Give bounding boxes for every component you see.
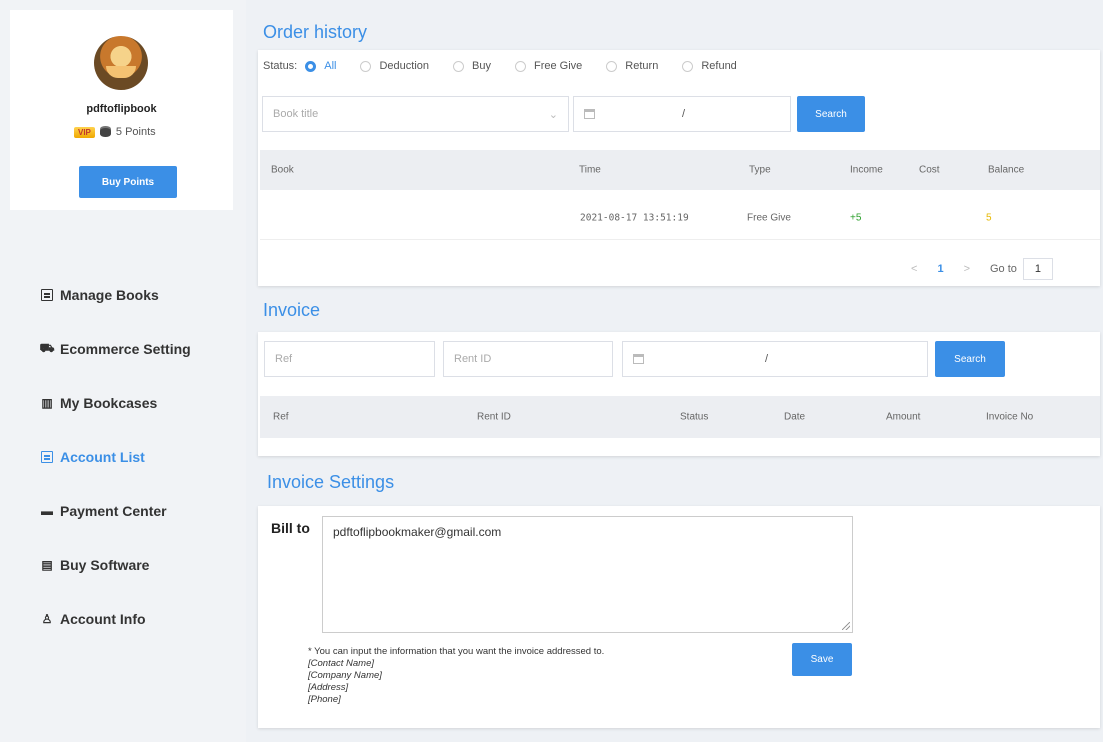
- sidebar-item-buy-software[interactable]: ▤ Buy Software: [40, 538, 191, 592]
- status-buy-radio[interactable]: Buy: [453, 60, 491, 72]
- sidebar-item-account-info[interactable]: ♙ Account Info: [40, 592, 191, 646]
- status-free-give-radio[interactable]: Free Give: [515, 60, 582, 72]
- pagination: < 1 > Go to 1: [911, 258, 1053, 280]
- vip-badge: VIP: [74, 126, 95, 138]
- status-refund-radio[interactable]: Refund: [682, 60, 737, 72]
- sidebar-item-label: Ecommerce Setting: [60, 341, 191, 357]
- sidebar-item-account-list[interactable]: Account List: [40, 430, 191, 484]
- status-return-radio[interactable]: Return: [606, 60, 658, 72]
- sidebar-item-payment-center[interactable]: ▬ Payment Center: [40, 484, 191, 538]
- ticket-icon: ▤: [41, 558, 53, 572]
- bill-to-label: Bill to: [271, 520, 310, 536]
- user-icon: ♙: [41, 612, 53, 626]
- list-icon: [40, 450, 54, 464]
- coins-icon: [99, 127, 111, 137]
- goto-label: Go to: [990, 263, 1017, 275]
- order-search-button[interactable]: Search: [797, 96, 865, 132]
- save-button[interactable]: Save: [792, 643, 852, 676]
- bill-to-textarea[interactable]: pdftoflipbookmaker@gmail.com: [322, 516, 853, 633]
- sidebar-item-label: Account List: [60, 449, 145, 465]
- invoice-title: Invoice: [263, 300, 321, 320]
- sidebar-item-my-bookcases[interactable]: ▥ My Bookcases: [40, 376, 191, 430]
- order-history-title: Order history: [263, 22, 368, 42]
- bill-to-hint: * You can input the information that you…: [308, 646, 605, 705]
- sidebar-item-label: My Bookcases: [60, 395, 158, 411]
- status-deduction-radio[interactable]: Deduction: [360, 60, 429, 72]
- next-page-button[interactable]: >: [964, 263, 970, 275]
- rent-id-input[interactable]: Rent ID: [443, 341, 613, 377]
- order-table-header: Book Time Type Income Cost Balance: [260, 150, 1100, 190]
- calendar-icon: [584, 109, 595, 119]
- sidebar-item-manage-books[interactable]: Manage Books: [40, 268, 191, 322]
- username: pdftoflipbook: [86, 103, 157, 115]
- points-label: 5 Points: [115, 126, 156, 138]
- profile-card: pdftoflipbook VIP 5 Points Buy Points: [10, 10, 233, 210]
- goto-input[interactable]: 1: [1022, 258, 1053, 280]
- invoice-search-button[interactable]: Search: [935, 341, 1005, 377]
- resize-handle-icon[interactable]: [842, 622, 850, 630]
- sidebar-item-label: Manage Books: [60, 287, 159, 303]
- bookcase-icon: ▥: [41, 396, 53, 410]
- sidebar-item-label: Account Info: [60, 611, 146, 627]
- calendar-icon: [633, 354, 644, 364]
- sidebar-item-label: Payment Center: [60, 503, 167, 519]
- sidebar: pdftoflipbook VIP 5 Points Buy Points Ma…: [0, 0, 246, 742]
- status-label: Status:: [263, 60, 298, 72]
- avatar[interactable]: [94, 36, 148, 90]
- invoice-table-header: Ref Rent ID Status Date Amount Invoice N…: [260, 396, 1100, 438]
- book-grid-icon: [40, 288, 54, 302]
- invoice-settings-title: Invoice Settings: [267, 472, 395, 492]
- page-number[interactable]: 1: [937, 263, 943, 275]
- invoice-date-range[interactable]: /: [622, 341, 928, 377]
- card-icon: ▬: [41, 504, 53, 518]
- buy-points-button[interactable]: Buy Points: [79, 166, 177, 198]
- book-title-select[interactable]: Book title ⌄: [262, 96, 569, 132]
- sidebar-item-ecommerce-setting[interactable]: ⛟ Ecommerce Setting: [39, 322, 191, 376]
- sidebar-item-label: Buy Software: [60, 557, 150, 573]
- ref-input[interactable]: Ref: [264, 341, 435, 377]
- status-filter: Status: All Deduction Buy Free Give Retu…: [263, 60, 761, 72]
- cart-icon: ⛟: [39, 341, 55, 355]
- sidebar-nav: Manage Books ⛟ Ecommerce Setting ▥ My Bo…: [39, 268, 191, 646]
- prev-page-button[interactable]: <: [911, 263, 917, 275]
- chevron-down-icon: ⌄: [548, 108, 558, 121]
- table-row: 2021-08-17 13:51:19 Free Give +5 5: [260, 196, 1100, 240]
- status-all-radio[interactable]: All: [305, 60, 336, 72]
- order-date-range[interactable]: /: [573, 96, 791, 132]
- vip-points-row: VIP 5 Points: [74, 126, 156, 138]
